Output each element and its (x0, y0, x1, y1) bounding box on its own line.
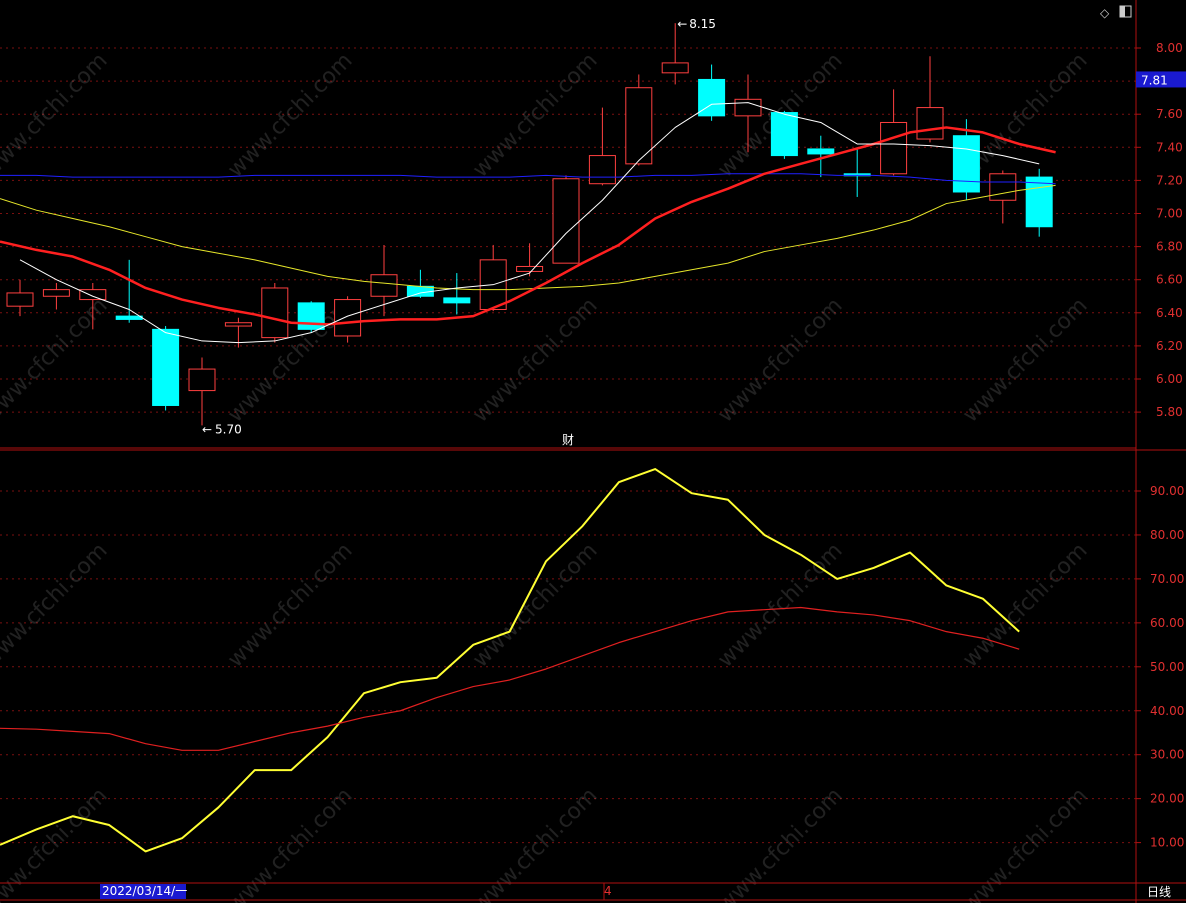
upper-tick-label: 6.40 (1156, 306, 1183, 320)
lower-tick-label: 40.00 (1150, 704, 1184, 718)
candle-body (79, 289, 107, 301)
stock-chart[interactable]: www.cfchi.com www.cfchi.com www.cfchi.com w… (0, 0, 1186, 903)
candle (406, 269, 434, 298)
upper-tick-label: 7.00 (1156, 207, 1183, 221)
candle-body (42, 289, 70, 297)
candle-body (261, 287, 289, 339)
candle (334, 296, 362, 343)
candle-body (807, 148, 835, 155)
current-price-label: 7.81 (1141, 73, 1168, 87)
candle-body (224, 322, 252, 327)
candle (698, 64, 726, 121)
candle (297, 301, 325, 333)
watermark-text: www.cfchi.com (713, 783, 847, 903)
watermark-text: www.cfchi.com (958, 538, 1092, 672)
date-label: 2022/03/14/一 (102, 884, 187, 898)
candle-body (734, 98, 762, 117)
low-price-label: 5.70 (215, 423, 242, 437)
candle (370, 244, 398, 317)
candle (152, 326, 180, 411)
candle (989, 170, 1017, 224)
watermarks: www.cfchi.com www.cfchi.com www.cfchi.com w… (0, 48, 1093, 903)
upper-tick-label: 7.20 (1156, 173, 1183, 187)
upper-tick-label: 7.40 (1156, 140, 1183, 154)
candle (479, 244, 507, 312)
high-price-label: 8.15 (689, 17, 716, 31)
candle-body (334, 299, 362, 337)
candle (661, 23, 689, 85)
candle (188, 357, 216, 426)
low-arrow-icon: ← (202, 423, 212, 437)
lower-tick-label: 10.00 (1150, 836, 1184, 850)
high-arrow-icon: ← (677, 17, 687, 31)
candle (552, 175, 580, 264)
upper-tick-label: 5.80 (1156, 405, 1183, 419)
lower-tick-label: 90.00 (1150, 484, 1184, 498)
watermark-text: www.cfchi.com (958, 293, 1092, 427)
candle-body (516, 265, 544, 272)
candle (42, 283, 70, 310)
candle-body (6, 292, 34, 307)
watermark-text: www.cfchi.com (223, 538, 357, 672)
watermark-text: www.cfchi.com (0, 538, 113, 672)
candle-body (297, 302, 325, 330)
candle (843, 147, 871, 197)
event-marker: 财 (562, 433, 574, 447)
oscillator-lines (0, 468, 1020, 853)
upper-tick-label: 7.60 (1156, 107, 1183, 121)
ma-blue-line (0, 173, 1056, 185)
candle (880, 89, 908, 176)
candle (443, 273, 471, 315)
watermark-text: www.cfchi.com (468, 783, 602, 903)
upper-tick-label: 6.60 (1156, 273, 1183, 287)
watermark-text: www.cfchi.com (223, 48, 357, 182)
oscillator-yellow-line (0, 468, 1020, 853)
candle-body (188, 368, 216, 392)
lower-tick-label: 70.00 (1150, 572, 1184, 586)
watermark-text: www.cfchi.com (468, 293, 602, 427)
candle (6, 279, 34, 317)
watermark-text: www.cfchi.com (468, 48, 602, 182)
candle-body (370, 274, 398, 297)
candle-body (152, 328, 180, 406)
watermark-text: www.cfchi.com (713, 293, 847, 427)
candle-body (770, 112, 798, 157)
lower-tick-label: 60.00 (1150, 616, 1184, 630)
watermark-text: www.cfchi.com (0, 48, 113, 182)
lower-tick-label: 30.00 (1150, 748, 1184, 762)
watermark-text: www.cfchi.com (713, 538, 847, 672)
candle-body (552, 178, 580, 264)
period-label[interactable]: 日线 (1147, 885, 1171, 899)
month-marker: 4 (604, 884, 612, 898)
watermark-text: www.cfchi.com (223, 783, 357, 903)
candle (516, 243, 544, 277)
candle-body (443, 297, 471, 304)
lower-tick-label: 20.00 (1150, 792, 1184, 806)
candle (261, 283, 289, 343)
upper-tick-label: 8.00 (1156, 41, 1183, 55)
upper-tick-label: 6.20 (1156, 339, 1183, 353)
candle (588, 107, 616, 186)
candle-body (989, 173, 1017, 201)
lower-tick-label: 50.00 (1150, 660, 1184, 674)
candle (1025, 168, 1053, 237)
candle-body (661, 62, 689, 74)
candle-body (588, 155, 616, 185)
candle-body (880, 121, 908, 175)
upper-tick-label: 6.80 (1156, 240, 1183, 254)
lower-tick-label: 80.00 (1150, 528, 1184, 542)
watermark-text: www.cfchi.com (0, 293, 113, 427)
panel-toggle-icon-fill (1120, 6, 1125, 17)
diamond-icon[interactable]: ◇ (1100, 6, 1110, 20)
watermark-text: www.cfchi.com (958, 783, 1092, 903)
candle-body (115, 315, 143, 320)
candle (770, 110, 798, 159)
upper-tick-label: 6.00 (1156, 372, 1183, 386)
candle-body (916, 107, 944, 140)
watermark-text: www.cfchi.com (0, 783, 113, 903)
watermark-text: www.cfchi.com (468, 538, 602, 672)
candle-body (1025, 176, 1053, 228)
candle-body (952, 135, 980, 193)
